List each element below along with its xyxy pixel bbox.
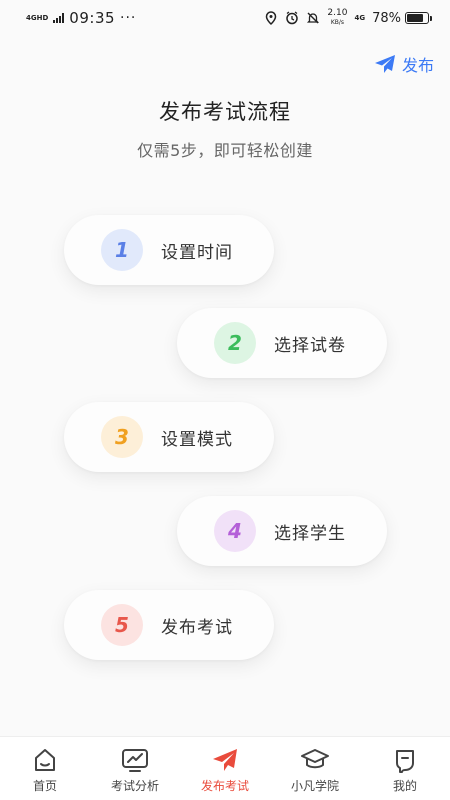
- mute-bell-icon: [306, 11, 320, 25]
- chart-monitor-icon: [122, 749, 148, 772]
- publish-button-label: 发布: [401, 56, 434, 75]
- paper-plane-icon: [213, 749, 237, 771]
- step-number-badge: 3: [101, 416, 143, 458]
- step-label: 选择试卷: [274, 335, 346, 356]
- step-1-set-time[interactable]: 1 设置时间: [64, 215, 274, 285]
- user-face-icon: [396, 750, 414, 773]
- speed-value: 2.10: [327, 8, 348, 18]
- battery-percent: 78%: [372, 10, 401, 26]
- battery: 78%: [372, 11, 432, 26]
- graduation-cap-icon: [301, 749, 329, 769]
- nav-label: 我的: [392, 779, 417, 793]
- step-4-select-students[interactable]: 4 选择学生: [177, 496, 387, 566]
- step-number-badge: 1: [101, 229, 143, 271]
- nav-academy[interactable]: 小凡学院: [270, 743, 360, 794]
- paper-plane-icon: [374, 55, 395, 73]
- publish-button[interactable]: 发布: [374, 52, 434, 76]
- step-label: 设置模式: [161, 429, 233, 450]
- nav-label: 发布考试: [200, 779, 249, 793]
- status-bar: 4GHD 09:35 ··· 2.10 KB/s 4G 78%: [0, 0, 450, 36]
- more-notifications-icon: ···: [120, 10, 137, 26]
- step-number-badge: 4: [214, 510, 256, 552]
- battery-cap: [430, 15, 432, 21]
- location-icon: [264, 11, 278, 25]
- step-label: 选择学生: [274, 523, 346, 544]
- alarm-icon: [285, 11, 299, 25]
- step-3-set-mode[interactable]: 3 设置模式: [64, 402, 274, 472]
- nav-label: 首页: [32, 779, 57, 793]
- network-type-4g: 4G: [354, 13, 366, 22]
- step-2-select-paper[interactable]: 2 选择试卷: [177, 308, 387, 378]
- page-title: 发布考试流程: [159, 100, 291, 124]
- step-number-badge: 2: [214, 322, 256, 364]
- step-5-publish-exam[interactable]: 5 发布考试: [64, 590, 274, 660]
- status-left: 4GHD 09:35 ···: [26, 9, 136, 27]
- status-right: 2.10 KB/s 4G 78%: [264, 9, 432, 27]
- nav-mine[interactable]: 我的: [360, 743, 450, 794]
- bottom-nav: 首页 考试分析 发布考试 小凡学院 我的: [0, 736, 450, 800]
- nav-publish-exam[interactable]: 发布考试: [180, 743, 270, 794]
- network-type-label: 4GHD: [26, 13, 49, 22]
- battery-level-fill: [407, 14, 423, 22]
- network-speed: 2.10 KB/s: [327, 9, 347, 27]
- nav-label: 小凡学院: [290, 779, 339, 793]
- nav-home[interactable]: 首页: [0, 743, 90, 794]
- step-label: 设置时间: [161, 242, 233, 263]
- page-subtitle: 仅需5步，即可轻松创建: [137, 141, 313, 160]
- speed-unit: KB/s: [330, 19, 345, 26]
- step-number-badge: 5: [101, 604, 143, 646]
- status-time: 09:35: [69, 9, 116, 27]
- step-label: 发布考试: [161, 617, 233, 638]
- nav-label: 考试分析: [110, 779, 159, 793]
- nav-exam-analysis[interactable]: 考试分析: [90, 743, 180, 794]
- home-icon: [35, 749, 55, 771]
- signal-icon: [53, 13, 65, 23]
- battery-icon: [405, 12, 429, 24]
